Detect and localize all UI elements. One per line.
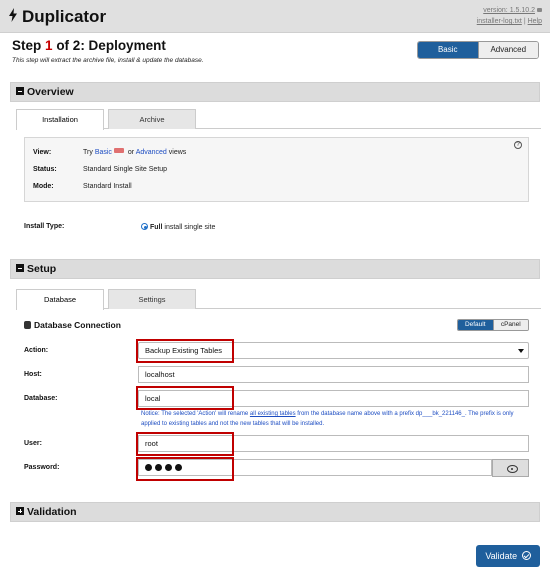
default-button[interactable]: Default xyxy=(458,320,493,330)
action-label: Action: xyxy=(24,347,49,354)
tab-database[interactable]: Database xyxy=(16,289,104,310)
eye-icon[interactable] xyxy=(492,459,529,477)
installer-log-link[interactable]: installer-log.txt xyxy=(477,18,522,25)
view-label: View: xyxy=(33,149,52,156)
validation-section-header[interactable]: Validation xyxy=(10,502,540,522)
advanced-view-link[interactable]: Advanced xyxy=(136,149,167,156)
app-title: Duplicator xyxy=(8,7,106,27)
app-header: Duplicator version: 1.5.10.2 installer-l… xyxy=(0,0,550,33)
notice-text: Notice: The selected 'Action' will renam… xyxy=(141,411,514,427)
setup-tabs: Database Settings xyxy=(16,289,541,310)
host-label: Host: xyxy=(24,371,42,378)
mode-toggle: Basic Advanced xyxy=(417,41,539,59)
mode-label: Mode: xyxy=(33,183,54,190)
database-label: Database: xyxy=(24,395,58,402)
database-icon xyxy=(24,321,31,329)
user-label: User: xyxy=(24,440,42,447)
tab-archive[interactable]: Archive xyxy=(108,109,196,129)
basic-mode-button[interactable]: Basic xyxy=(418,42,478,58)
all-existing-tables-link[interactable]: all existing tables xyxy=(250,411,296,417)
advanced-mode-button[interactable]: Advanced xyxy=(477,42,538,58)
badge-icon xyxy=(113,148,124,153)
overview-section-header[interactable]: Overview xyxy=(10,82,540,102)
db-mode-toggle: Default cPanel xyxy=(457,319,529,331)
help-link[interactable]: Help xyxy=(528,18,542,25)
database-connection-title: Database Connection xyxy=(24,320,121,330)
overview-panel: ? View: Try Basic or Advanced views Stat… xyxy=(24,137,529,202)
plus-square-icon xyxy=(16,507,24,515)
chevron-down-icon xyxy=(518,349,524,353)
install-type-label: Install Type: xyxy=(24,223,65,230)
highlight-box xyxy=(136,432,234,456)
radio-selected-icon[interactable] xyxy=(141,223,148,230)
header-meta: version: 1.5.10.2 installer-log.txt | He… xyxy=(476,7,542,25)
status-label: Status: xyxy=(33,166,57,173)
view-value: Try Basic or Advanced views xyxy=(83,148,187,156)
help-circle-icon[interactable]: ? xyxy=(514,141,522,149)
host-input[interactable]: localhost xyxy=(138,366,529,383)
tab-settings[interactable]: Settings xyxy=(108,289,196,309)
setup-section-header[interactable]: Setup xyxy=(10,259,540,279)
version-link[interactable]: version: 1.5.10.2 xyxy=(483,7,535,14)
validate-button[interactable]: Validate xyxy=(476,545,540,567)
overview-tabs: Installation Archive xyxy=(16,109,541,130)
check-circle-icon xyxy=(521,551,531,560)
highlight-box xyxy=(136,339,234,363)
minus-square-icon xyxy=(16,264,24,272)
highlight-box xyxy=(136,386,234,410)
tab-installation[interactable]: Installation xyxy=(16,109,104,130)
password-label: Password: xyxy=(24,464,60,471)
minus-square-icon xyxy=(16,87,24,95)
install-type-option[interactable]: Full install single site xyxy=(141,222,215,231)
lock-icon xyxy=(537,8,542,12)
status-value: Standard Single Site Setup xyxy=(83,166,168,173)
page-title: Step 1 of 2: Deployment xyxy=(12,38,166,53)
basic-view-link[interactable]: Basic xyxy=(95,149,112,156)
bolt-icon xyxy=(8,7,18,27)
cpanel-button[interactable]: cPanel xyxy=(492,320,528,330)
mode-value: Standard Install xyxy=(83,183,132,190)
highlight-box xyxy=(136,457,234,481)
page-subtitle: This step will extract the archive file,… xyxy=(12,57,204,64)
